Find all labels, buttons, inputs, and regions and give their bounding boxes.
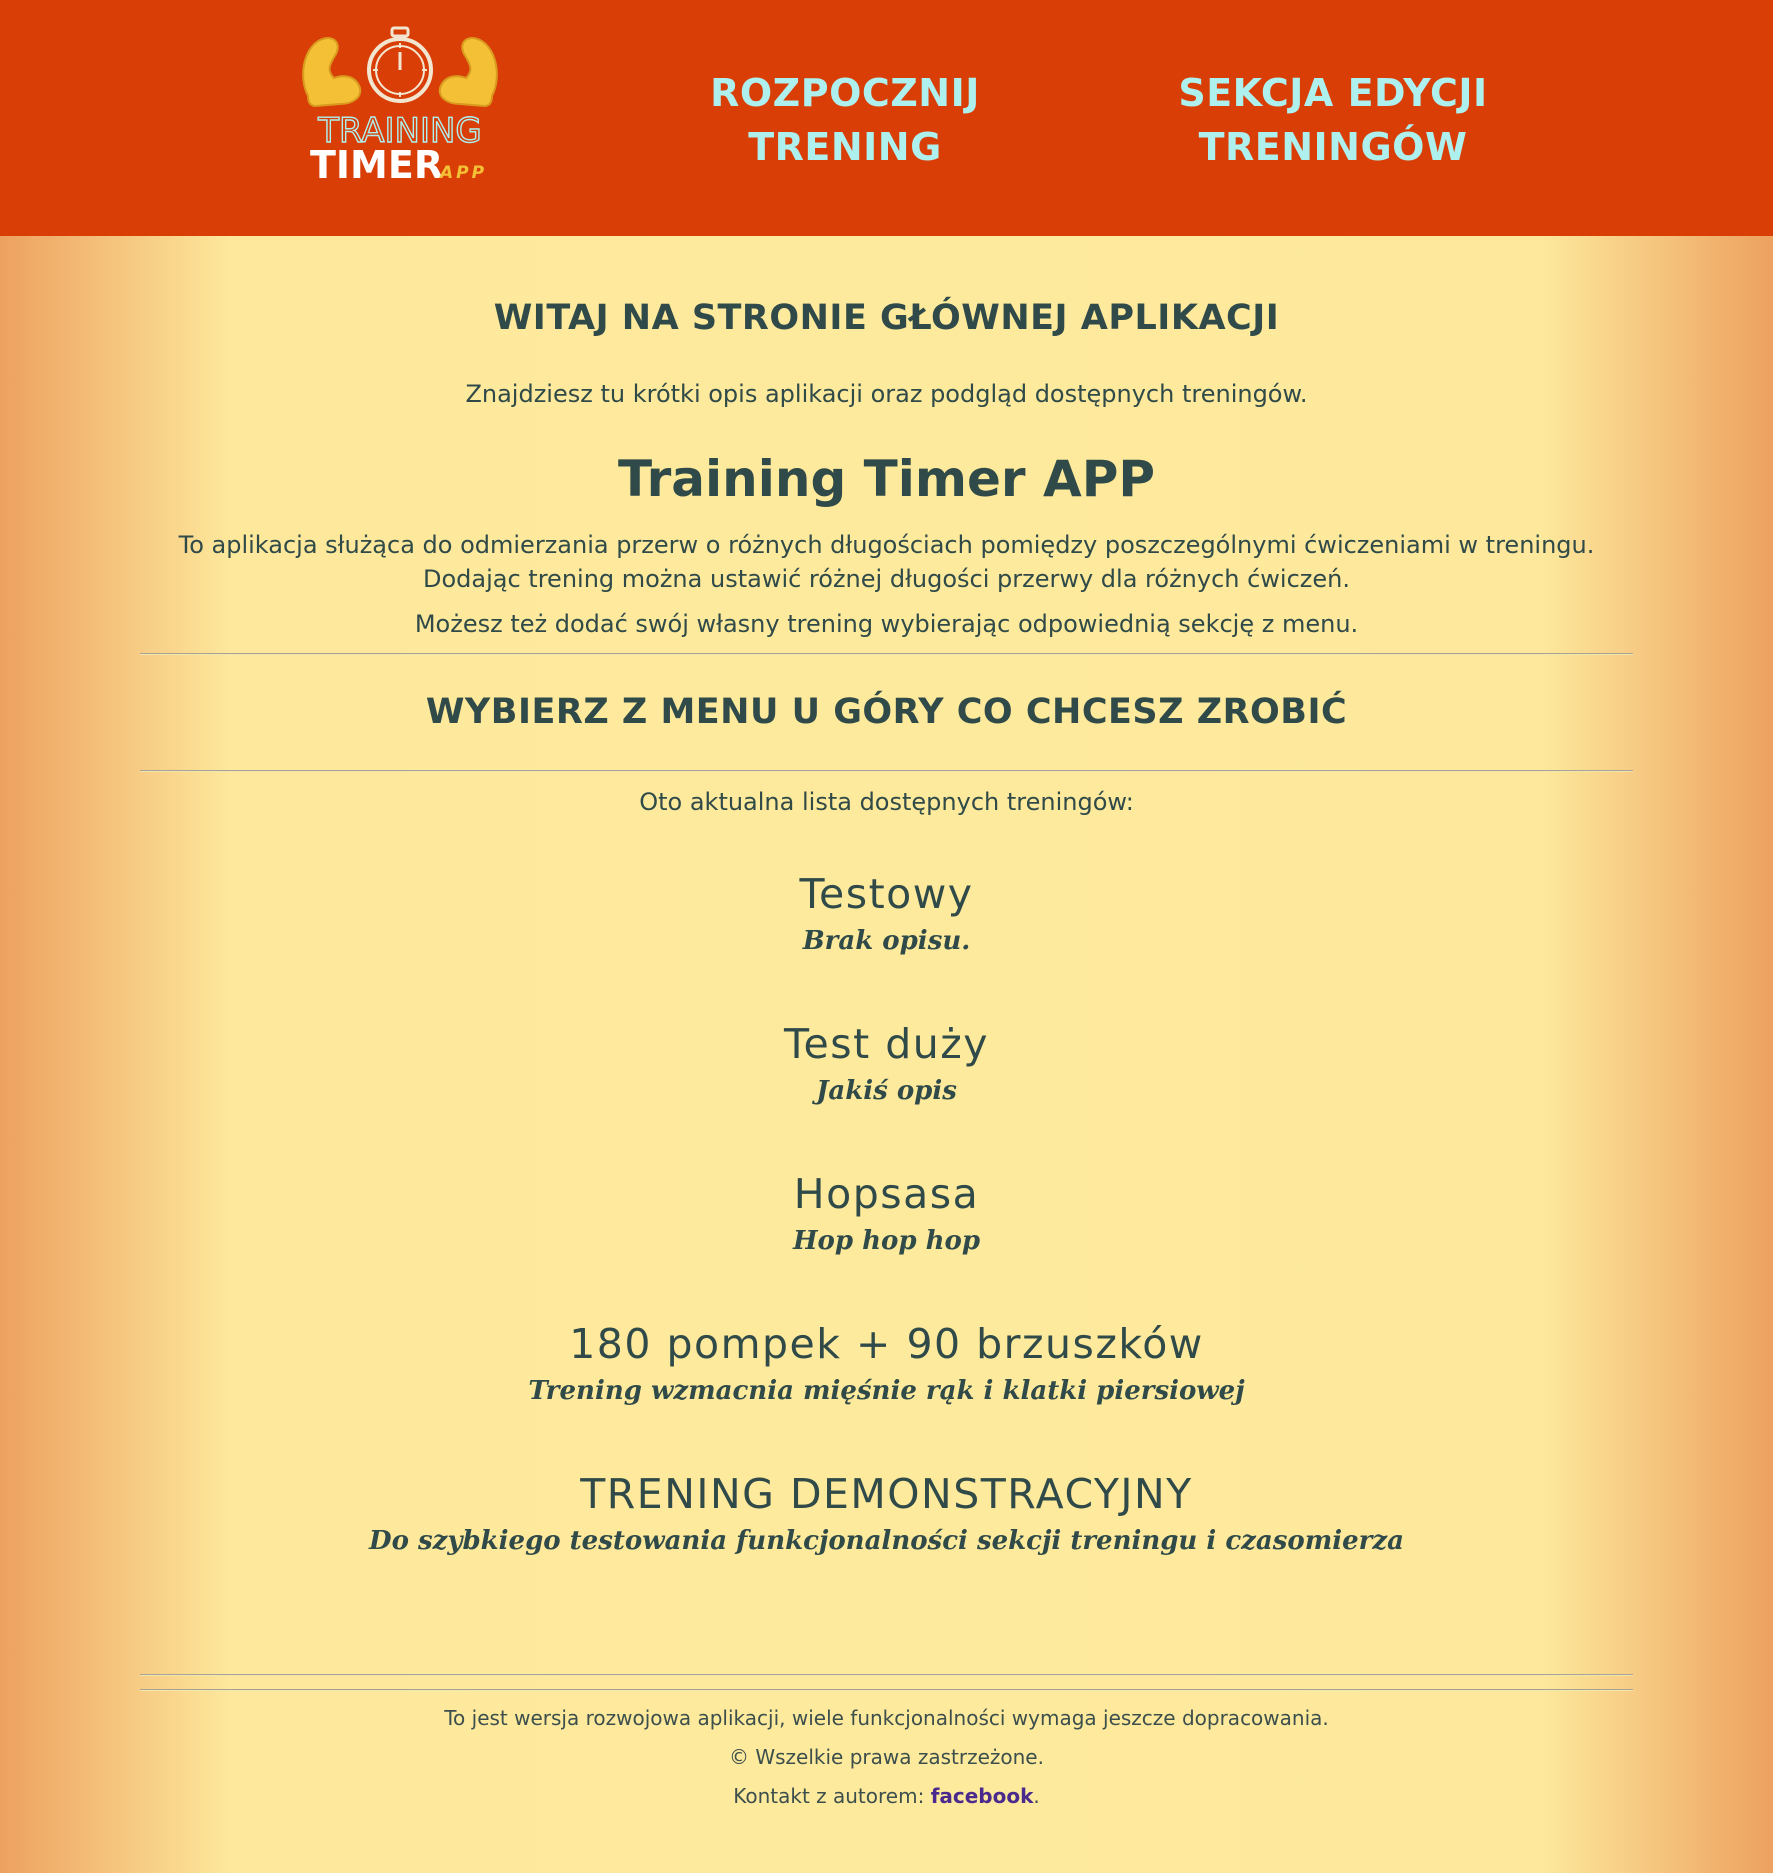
training-item: Testowy Brak opisu. bbox=[0, 870, 1773, 956]
app-description-line2: Dodając trening można ustawić różnej dłu… bbox=[423, 565, 1350, 593]
divider bbox=[140, 1689, 1633, 1691]
training-description: Hop hop hop bbox=[792, 1226, 981, 1256]
footer-dev-note: To jest wersja rozwojowa aplikacji, wiel… bbox=[444, 1706, 1329, 1730]
footer-contact: Kontakt z autorem: facebook. bbox=[0, 1784, 1773, 1808]
logo-text-app: APP bbox=[438, 163, 487, 183]
nav-start-training-line2: TRENING bbox=[748, 125, 942, 169]
training-name: Hopsasa bbox=[793, 1170, 980, 1218]
divider bbox=[140, 653, 1633, 655]
training-description: Trening wzmacnia mięśnie rąk i klatki pi… bbox=[528, 1376, 1245, 1406]
welcome-heading: WITAJ NA STRONIE GŁÓWNEJ APLIKACJI bbox=[493, 298, 1280, 338]
logo-text-timer: TIMER bbox=[310, 143, 443, 186]
divider bbox=[140, 770, 1633, 772]
training-description: Jakiś opis bbox=[816, 1076, 957, 1106]
training-item: Hopsasa Hop hop hop bbox=[0, 1170, 1773, 1256]
training-name: 180 pompek + 90 brzuszków bbox=[569, 1320, 1204, 1368]
training-item: 180 pompek + 90 brzuszków Trening wzmacn… bbox=[0, 1320, 1773, 1406]
menu-heading: WYBIERZ Z MENU U GÓRY CO CHCESZ ZROBIĆ bbox=[425, 692, 1348, 732]
app-logo[interactable]: TRAINING TIMER APP bbox=[290, 26, 510, 186]
app-description-line1: To aplikacja służąca do odmierzania prze… bbox=[178, 531, 1595, 559]
nav-edit-trainings-line1: SEKCJA EDYCJI bbox=[1178, 71, 1488, 115]
left-bicep-icon bbox=[302, 36, 362, 108]
nav-start-training-line1: ROZPOCZNIJ bbox=[710, 71, 980, 115]
training-name: Testowy bbox=[799, 870, 974, 918]
app-title: Training Timer APP bbox=[618, 450, 1155, 508]
intro-text: Znajdziesz tu krótki opis aplikacji oraz… bbox=[465, 380, 1308, 408]
footer-contact-suffix: . bbox=[1033, 1784, 1040, 1808]
app-description: To aplikacja służąca do odmierzania prze… bbox=[0, 528, 1773, 596]
footer-contact-label: Kontakt z autorem: bbox=[733, 1784, 931, 1808]
training-item: TRENING DEMONSTRACYJNY Do szybkiego test… bbox=[0, 1470, 1773, 1556]
nav-edit-trainings-line2: TRENINGÓW bbox=[1198, 125, 1468, 169]
right-bicep-icon bbox=[438, 36, 498, 108]
training-description: Brak opisu. bbox=[802, 926, 971, 956]
footer-copyright: © Wszelkie prawa zastrzeżone. bbox=[729, 1745, 1044, 1769]
nav-start-training[interactable]: ROZPOCZNIJ TRENING bbox=[635, 66, 1055, 174]
app-description-extra: Możesz też dodać swój własny trening wyb… bbox=[414, 610, 1359, 638]
training-name: Test duży bbox=[783, 1020, 990, 1068]
training-item: Test duży Jakiś opis bbox=[0, 1020, 1773, 1106]
stopwatch-icon bbox=[367, 26, 433, 103]
training-list-intro: Oto aktualna lista dostępnych treningów: bbox=[639, 788, 1134, 816]
training-name: TRENING DEMONSTRACYJNY bbox=[580, 1470, 1193, 1518]
training-description: Do szybkiego testowania funkcjonalności … bbox=[369, 1526, 1404, 1556]
logo-graphic: TRAINING TIMER APP bbox=[302, 26, 498, 186]
divider bbox=[140, 1674, 1633, 1676]
header-bar: TRAINING TIMER APP ROZPOCZNIJ TRENING SE… bbox=[0, 0, 1773, 236]
nav-edit-trainings[interactable]: SEKCJA EDYCJI TRENINGÓW bbox=[1123, 66, 1543, 174]
facebook-link[interactable]: facebook bbox=[931, 1784, 1034, 1808]
